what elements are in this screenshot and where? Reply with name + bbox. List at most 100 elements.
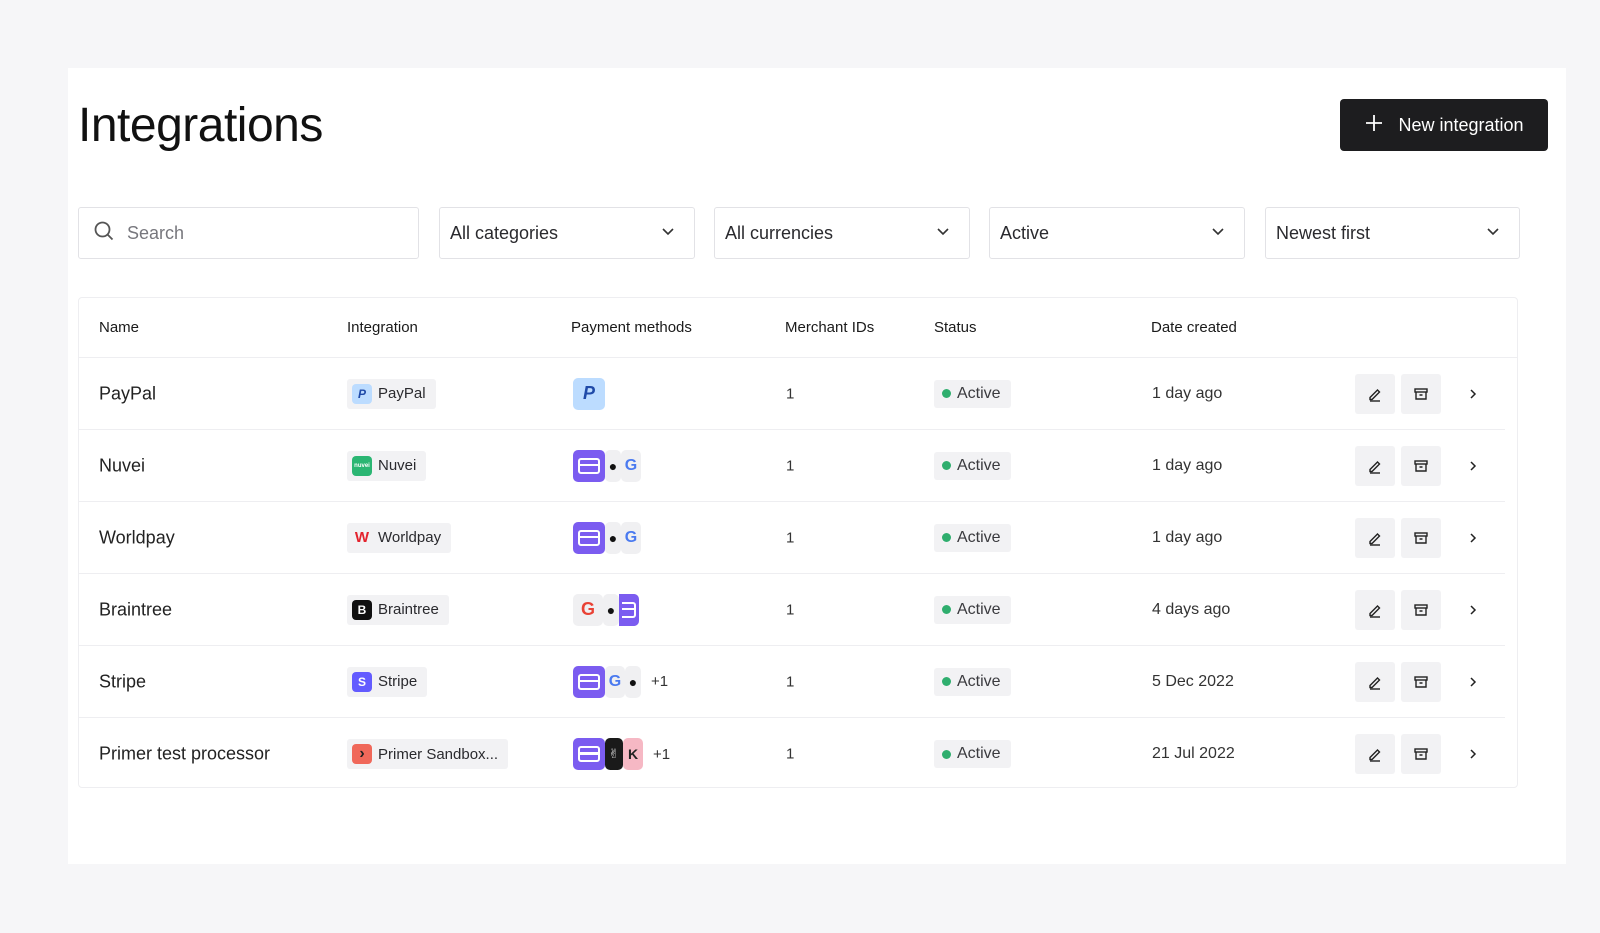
- open-row-button[interactable]: [1453, 446, 1493, 486]
- open-row-button[interactable]: [1453, 662, 1493, 702]
- row-actions: [1355, 661, 1493, 702]
- row-name: PayPal: [99, 383, 157, 403]
- table-row[interactable]: PayPal P PayPal P 1 Active 1 day ago: [79, 358, 1505, 430]
- status-select-value: Active: [1000, 222, 1050, 243]
- primer-logo-icon: ›: [352, 744, 372, 764]
- archive-icon: [1414, 748, 1428, 760]
- pencil-icon: [1369, 388, 1381, 402]
- status-text: Active: [957, 384, 1001, 402]
- merchant-ids: 1: [786, 601, 795, 618]
- braintree-logo-icon: B: [352, 599, 372, 620]
- edit-button[interactable]: [1355, 589, 1395, 630]
- table-row[interactable]: Primer test processor › Primer Sandbox..…: [79, 718, 1505, 790]
- status-badge: Active: [934, 379, 1011, 408]
- status-text: Active: [957, 456, 1001, 474]
- table-body: PayPal P PayPal P 1 Active 1 day ago Nuv…: [79, 358, 1517, 790]
- edit-button[interactable]: [1355, 445, 1395, 486]
- status-text: Active: [957, 528, 1001, 546]
- chevron-down-icon: [935, 223, 951, 244]
- date-created: 1 day ago: [1152, 456, 1223, 474]
- sort-select-value: Newest first: [1276, 222, 1371, 243]
- row-actions: [1355, 589, 1493, 630]
- currency-select[interactable]: All currencies: [714, 207, 970, 259]
- search-field[interactable]: [78, 207, 419, 259]
- sort-select[interactable]: Newest first: [1265, 207, 1520, 259]
- payment-methods: ✌ K +1: [573, 738, 670, 770]
- google-pay-icon: G: [621, 521, 641, 554]
- integration-chip: P PayPal: [347, 378, 436, 409]
- row-name: Worldpay: [99, 527, 175, 547]
- status-text: Active: [957, 672, 1001, 690]
- status-dot-icon: [942, 533, 951, 542]
- search-icon: [93, 220, 115, 247]
- integration-label: Stripe: [378, 673, 418, 690]
- open-row-button[interactable]: [1453, 734, 1493, 774]
- merchant-ids: 1: [786, 457, 795, 474]
- integration-chip: S Stripe: [347, 666, 428, 697]
- integration-chip: W Worldpay: [347, 522, 452, 553]
- chevron-right-icon: [1470, 388, 1477, 399]
- status-dot-icon: [942, 749, 951, 759]
- card-icon: [619, 593, 639, 626]
- card-icon: [573, 521, 605, 554]
- chevron-right-icon: [1470, 749, 1477, 759]
- row-actions: [1355, 734, 1493, 774]
- merchant-ids: 1: [786, 745, 795, 763]
- archive-button[interactable]: [1401, 589, 1441, 630]
- new-integration-button[interactable]: New integration: [1340, 99, 1548, 151]
- chevron-down-icon: [1210, 223, 1226, 244]
- chevron-down-icon: [660, 223, 676, 244]
- status-badge: Active: [934, 451, 1011, 480]
- row-actions: [1355, 445, 1493, 486]
- date-created: 4 days ago: [1152, 600, 1231, 618]
- stripe-logo-icon: S: [352, 671, 372, 692]
- archive-icon: [1414, 603, 1428, 616]
- archive-button[interactable]: [1401, 661, 1441, 702]
- row-actions: [1355, 517, 1493, 558]
- payment-methods: ● G: [573, 521, 641, 554]
- currency-select-value: All currencies: [725, 222, 834, 243]
- archive-button[interactable]: [1401, 734, 1441, 774]
- chevron-right-icon: [1470, 532, 1477, 543]
- nuvei-logo-icon: nuvei: [352, 455, 372, 476]
- apple-pay-icon: ●: [603, 593, 619, 626]
- edit-button[interactable]: [1355, 734, 1395, 774]
- table-row[interactable]: Stripe S Stripe G ● +1 1 Active 5 Dec 20…: [79, 646, 1505, 718]
- edit-button[interactable]: [1355, 517, 1395, 558]
- apple-pay-icon: ●: [625, 665, 641, 698]
- table-row[interactable]: Worldpay W Worldpay ● G 1 Active 1 day a…: [79, 502, 1505, 574]
- card-icon: [573, 738, 605, 770]
- table-row[interactable]: Braintree B Braintree G ● 1 Active 4 day…: [79, 574, 1505, 646]
- integrations-panel: Integrations New integration All categor…: [68, 68, 1566, 864]
- status-text: Active: [957, 600, 1001, 618]
- table-header: Name Integration Payment methods Merchan…: [79, 298, 1517, 358]
- apple-pay-icon: ●: [605, 521, 621, 554]
- archive-icon: [1414, 459, 1428, 472]
- search-input[interactable]: [127, 222, 387, 244]
- table-row[interactable]: Nuvei nuvei Nuvei ● G 1 Active 1 day ago: [79, 430, 1505, 502]
- edit-button[interactable]: [1355, 373, 1395, 414]
- category-select[interactable]: All categories: [439, 207, 695, 259]
- open-row-button[interactable]: [1453, 374, 1493, 414]
- payment-methods: P: [573, 377, 605, 410]
- row-name: Stripe: [99, 671, 147, 691]
- archive-button[interactable]: [1401, 517, 1441, 558]
- archive-button[interactable]: [1401, 445, 1441, 486]
- open-row-button[interactable]: [1453, 518, 1493, 558]
- chevron-down-icon: [1485, 223, 1501, 244]
- more-payment-methods: +1: [653, 745, 671, 763]
- status-badge: Active: [934, 523, 1011, 552]
- payment-methods: G ● +1: [573, 665, 668, 698]
- status-select[interactable]: Active: [989, 207, 1245, 259]
- chevron-right-icon: [1470, 676, 1477, 687]
- pencil-icon: [1369, 460, 1381, 474]
- header-integration: Integration: [347, 319, 418, 336]
- edit-button[interactable]: [1355, 661, 1395, 702]
- integration-label: Braintree: [378, 601, 439, 618]
- apple-pay-icon: ●: [605, 449, 621, 482]
- archive-button[interactable]: [1401, 373, 1441, 414]
- filter-bar: All categories All currencies Active New…: [78, 207, 1548, 259]
- open-row-button[interactable]: [1453, 590, 1493, 630]
- integration-chip: B Braintree: [347, 594, 449, 625]
- header-name: Name: [99, 319, 140, 336]
